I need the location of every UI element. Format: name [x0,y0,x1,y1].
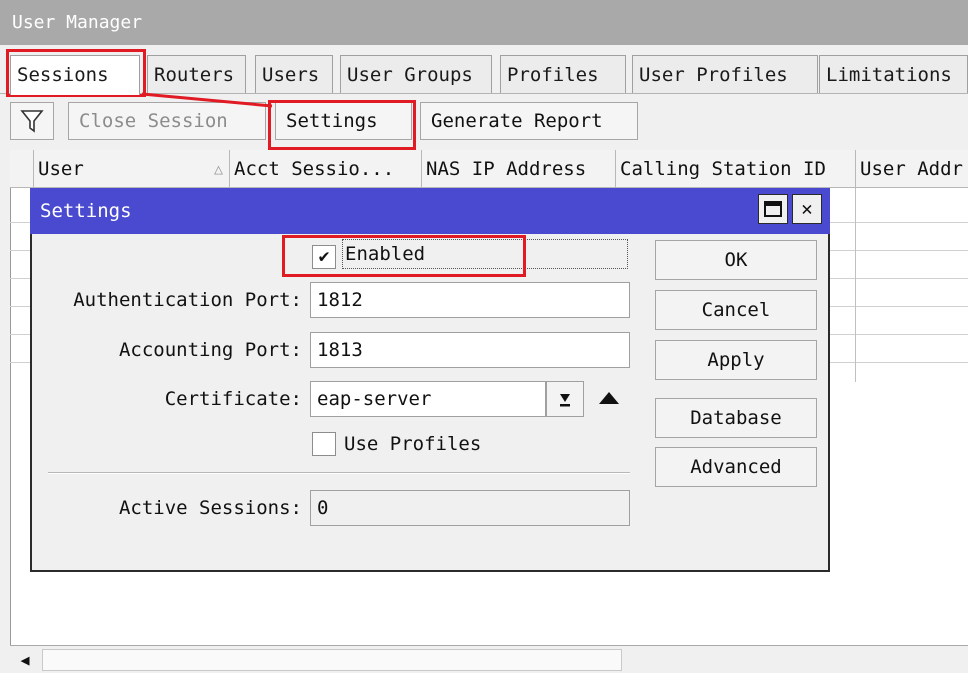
column-user[interactable]: User △ [34,150,230,188]
tab-sessions[interactable]: Sessions [10,55,140,95]
window-titlebar: User Manager [0,0,968,45]
settings-dialog-titlebar[interactable]: Settings [30,188,830,234]
close-session-button[interactable]: Close Session [68,102,266,140]
table-header: User △ Acct Sessio... NAS IP Address Cal… [10,150,968,188]
accounting-port-input[interactable]: 1813 [310,332,630,368]
sort-ascending-icon: △ [213,160,223,178]
dropdown-arrow-icon[interactable] [546,381,584,417]
settings-dialog-title: Settings [40,200,132,222]
active-sessions-value: 0 [310,490,630,526]
column-acct-session[interactable]: Acct Sessio... [230,150,422,188]
advanced-button[interactable]: Advanced [655,447,817,487]
toolbar: Close Session Settings Generate Report [0,93,968,155]
dialog-separator [48,472,630,474]
enabled-checkbox[interactable]: ✔ [312,245,336,269]
apply-button[interactable]: Apply [655,340,817,380]
tab-routers[interactable]: Routers [147,55,246,93]
column-divider [855,188,856,382]
use-profiles-label[interactable]: Use Profiles [344,426,481,462]
column-user-label: User [38,158,84,180]
generate-report-button[interactable]: Generate Report [420,102,638,140]
row-marker-column [10,150,34,188]
tab-users[interactable]: Users [255,55,333,93]
tab-strip: Sessions Routers Users User Groups Profi… [10,55,968,95]
window-title: User Manager [12,12,143,33]
scroll-left-arrow-icon[interactable]: ◀ [10,646,40,674]
authentication-port-label: Authentication Port: [73,289,302,311]
maximize-icon[interactable] [758,194,788,224]
horizontal-scrollbar[interactable]: ◀ [10,645,968,673]
scrollbar-thumb[interactable] [42,649,622,671]
column-user-address[interactable]: User Addr [856,150,968,188]
certificate-select[interactable]: eap-server [310,381,546,417]
certificate-label: Certificate: [164,388,302,410]
database-button[interactable]: Database [655,398,817,438]
tab-limitations[interactable]: Limitations [819,55,968,93]
authentication-port-input[interactable]: 1812 [310,282,630,318]
column-nas-ip-address[interactable]: NAS IP Address [422,150,616,188]
settings-button[interactable]: Settings [275,102,412,140]
active-sessions-label: Active Sessions: [118,497,302,519]
ok-button[interactable]: OK [655,240,817,280]
tab-user-profiles[interactable]: User Profiles [632,55,818,93]
tab-profiles[interactable]: Profiles [500,55,626,93]
column-calling-station-id[interactable]: Calling Station ID [616,150,856,188]
collapse-up-arrow-icon[interactable] [595,388,623,408]
enabled-label[interactable]: Enabled [342,239,628,269]
accounting-port-label: Accounting Port: [118,339,302,361]
tab-user-groups[interactable]: User Groups [340,55,492,93]
filter-icon [20,110,44,133]
close-icon[interactable]: ✕ [792,194,822,224]
filter-button[interactable] [10,102,54,140]
use-profiles-checkbox[interactable] [312,432,336,456]
cancel-button[interactable]: Cancel [655,290,817,330]
